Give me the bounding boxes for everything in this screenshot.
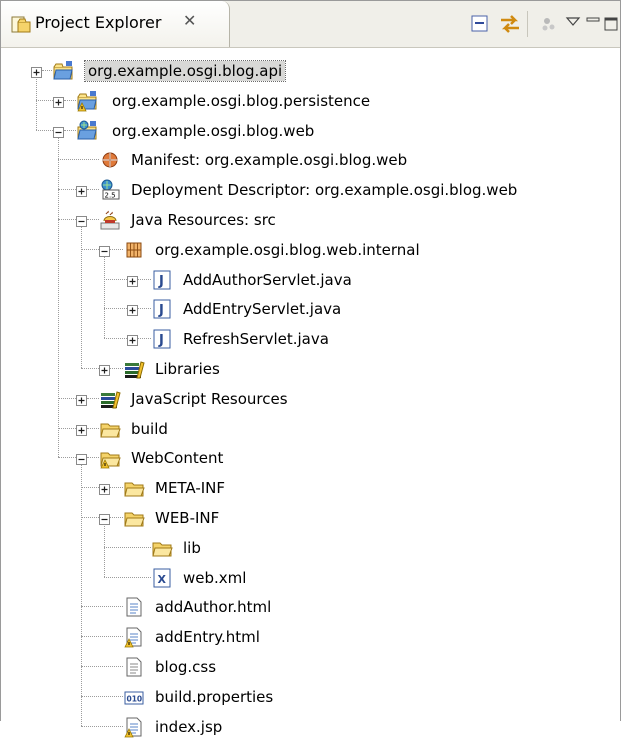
tree-item-java-resources[interactable]: Java Resources: src [1, 205, 620, 235]
tree-item-manifest[interactable]: Manifest: org.example.osgi.blog.web [1, 145, 620, 175]
tree-item-label: web.xml [183, 569, 247, 587]
svg-text:2.5: 2.5 [105, 192, 116, 200]
tree-item-label: Deployment Descriptor: org.example.osgi.… [131, 181, 518, 199]
tree-item-meta-inf[interactable]: META-INF [1, 473, 620, 503]
collapse-toggle-icon[interactable] [99, 243, 110, 257]
tree-item-add-entry-servlet[interactable]: J AddEntryServlet.java [1, 294, 620, 324]
expand-toggle-icon[interactable] [76, 422, 87, 436]
collapse-toggle-icon[interactable] [76, 451, 87, 465]
folder-icon [99, 418, 121, 440]
tree-item-web-inf[interactable]: WEB-INF [1, 503, 620, 533]
java-file-icon: J [151, 269, 173, 291]
tree-item-libraries[interactable]: Libraries [1, 354, 620, 384]
folder-warning-icon [99, 447, 121, 469]
svg-text:J: J [158, 274, 164, 289]
tree-item-label: org.example.osgi.blog.web.internal [155, 241, 420, 259]
tree-item-refresh-servlet[interactable]: J RefreshServlet.java [1, 324, 620, 354]
tree-item-label: Libraries [155, 360, 220, 378]
svg-text:X: X [158, 573, 167, 586]
folder-icon [151, 537, 173, 559]
xml-file-icon: X [151, 567, 173, 589]
tree-item-build[interactable]: build [1, 414, 620, 444]
tree-item-blog-css[interactable]: blog.css [1, 652, 620, 682]
plugin-project-warning-icon [76, 90, 98, 112]
jsp-file-warning-icon [123, 716, 145, 738]
tree-item-label: AddAuthorServlet.java [183, 271, 352, 289]
tree-item-persistence[interactable]: org.example.osgi.blog.persistence [1, 86, 620, 116]
expand-toggle-icon[interactable] [127, 302, 138, 316]
java-file-icon: J [151, 298, 173, 320]
tree-item-add-author-html[interactable]: addAuthor.html [1, 592, 620, 622]
tree-item-label: RefreshServlet.java [183, 330, 329, 348]
expand-toggle-icon[interactable] [76, 392, 87, 406]
tree-item-api[interactable]: org.example.osgi.blog.api [1, 56, 620, 86]
expand-toggle-icon[interactable] [53, 94, 64, 108]
folder-icon [123, 477, 145, 499]
tree-item-web[interactable]: org.example.osgi.blog.web [1, 116, 620, 146]
tree-item-label: org.example.osgi.blog.web [112, 122, 315, 140]
tree-item-build-properties[interactable]: 010 build.properties [1, 682, 620, 712]
tree-item-deployment[interactable]: 2.5 Deployment Descriptor: org.example.os… [1, 175, 620, 205]
expand-toggle-icon[interactable] [76, 183, 87, 197]
folder-icon [123, 507, 145, 529]
plugin-project-icon [52, 60, 74, 82]
expand-toggle-icon[interactable] [31, 64, 42, 78]
tree-item-add-author-servlet[interactable]: J AddAuthorServlet.java [1, 265, 620, 295]
tree-item-label: Java Resources: src [131, 211, 276, 229]
tree-item-label: WEB-INF [155, 509, 220, 527]
tree-item-label: index.jsp [155, 718, 223, 736]
tree-item-label: addAuthor.html [155, 598, 272, 616]
tree-item-label: org.example.osgi.blog.persistence [112, 92, 371, 110]
package-icon [123, 239, 145, 261]
expand-toggle-icon[interactable] [99, 481, 110, 495]
expand-toggle-icon[interactable] [127, 332, 138, 346]
libraries-icon [123, 358, 145, 380]
tree-item-lib[interactable]: lib [1, 533, 620, 563]
expand-toggle-icon[interactable] [99, 362, 110, 376]
tree-item-webcontent[interactable]: WebContent [1, 443, 620, 473]
collapse-toggle-icon[interactable] [53, 124, 64, 138]
tree-item-label: WebContent [131, 449, 224, 467]
java-resources-icon [99, 209, 121, 231]
web-plugin-project-icon [76, 120, 98, 142]
tree-item-label: blog.css [155, 658, 217, 676]
css-file-icon [123, 656, 145, 678]
tree-item-label: lib [183, 539, 201, 557]
tree-item-add-entry-html[interactable]: addEntry.html [1, 622, 620, 652]
tree-item-label: org.example.osgi.blog.api [83, 60, 287, 82]
tree-item-js-resources[interactable]: JavaScript Resources [1, 384, 620, 414]
tree-item-label: addEntry.html [155, 628, 260, 646]
tree-item-label: JavaScript Resources [131, 390, 288, 408]
tree-item-label: build [131, 420, 168, 438]
tree-item-label: META-INF [155, 479, 226, 497]
project-explorer-view: Project Explorer ✕ org.example.osgi.blog… [0, 0, 621, 738]
tree-item-label: AddEntryServlet.java [183, 300, 342, 318]
deployment-descriptor-icon: 2.5 [99, 179, 121, 201]
tree-item-web-xml[interactable]: Xweb.xml [1, 563, 620, 593]
tree-item-index-jsp[interactable]: index.jsp [1, 712, 620, 742]
html-file-warning-icon [123, 626, 145, 648]
java-file-icon: J [151, 328, 173, 350]
svg-text:J: J [158, 333, 164, 348]
svg-text:J: J [158, 303, 164, 318]
tree-item-label: Manifest: org.example.osgi.blog.web [131, 151, 408, 169]
collapse-toggle-icon[interactable] [76, 213, 87, 227]
expand-toggle-icon[interactable] [127, 273, 138, 287]
manifest-icon [99, 149, 121, 171]
tree-item-package[interactable]: org.example.osgi.blog.web.internal [1, 235, 620, 265]
properties-file-icon: 010 [123, 686, 145, 708]
svg-text:010: 010 [127, 695, 143, 704]
libraries-icon [99, 388, 121, 410]
tree-item-label: build.properties [155, 688, 274, 706]
html-file-icon [123, 596, 145, 618]
project-tree: org.example.osgi.blog.api org.example.osg… [1, 1, 620, 738]
collapse-toggle-icon[interactable] [99, 511, 110, 525]
